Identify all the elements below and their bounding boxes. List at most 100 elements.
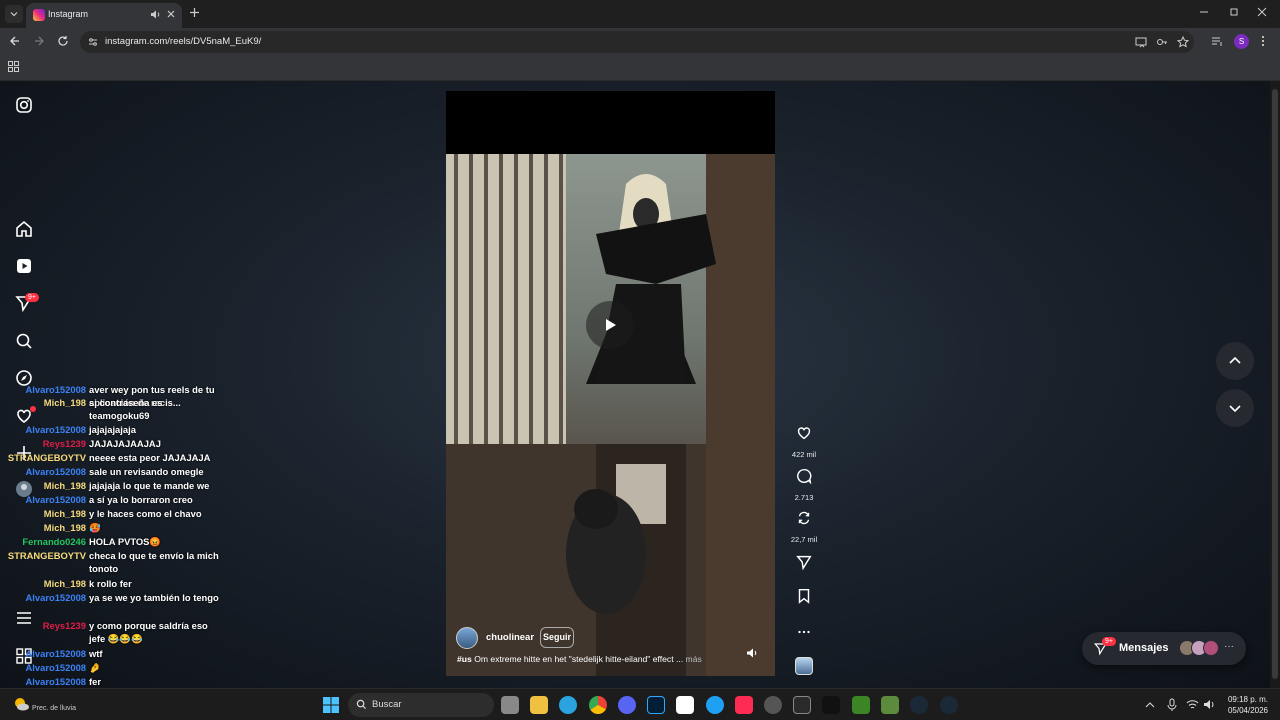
reel-caption[interactable]: #us Om extreme hitte en het "stedelijk h…	[457, 654, 727, 664]
sound-toggle-icon[interactable]	[746, 647, 758, 659]
tab-title: Instagram	[48, 9, 89, 19]
repost-action[interactable]: 22,7 mil	[788, 509, 820, 544]
instagram-logo-icon[interactable]	[14, 95, 34, 115]
microphone-icon[interactable]	[1166, 698, 1178, 712]
message-avatar	[1203, 640, 1219, 656]
reload-icon[interactable]	[57, 35, 69, 47]
address-bar[interactable]: instagram.com/reels/DV5naM_EuK9/	[80, 31, 1194, 53]
reel-video-frame[interactable]	[446, 154, 775, 676]
like-heart-icon[interactable]	[795, 424, 813, 442]
tab-bar: Instagram	[0, 0, 1280, 28]
original-audio-thumbnail[interactable]	[795, 657, 813, 675]
tiktok-icon[interactable]	[735, 696, 753, 714]
chat-username: Alvaro152008	[25, 592, 86, 603]
apps-grid-icon[interactable]	[8, 61, 19, 72]
clock-date: 05/04/2026	[1227, 706, 1268, 715]
photoshop-icon[interactable]	[647, 696, 665, 714]
instagram-favicon-icon	[33, 9, 45, 21]
discord-icon[interactable]	[618, 696, 636, 714]
page-scrollbar[interactable]	[1270, 81, 1280, 688]
weather-icon[interactable]	[12, 695, 30, 713]
windows-start-icon[interactable]	[322, 696, 340, 714]
settings-gear-icon[interactable]	[764, 696, 782, 714]
chat-text: jajajajajaja	[89, 424, 136, 435]
new-tab-icon[interactable]	[189, 7, 200, 18]
chevron-down-icon	[1228, 401, 1242, 415]
forward-icon[interactable]	[33, 35, 45, 47]
reels-icon[interactable]	[14, 256, 34, 276]
share-action[interactable]	[788, 553, 820, 576]
xbox-icon[interactable]	[852, 696, 870, 714]
chrome-icon[interactable]	[589, 696, 607, 714]
profile-avatar[interactable]: S	[1234, 34, 1249, 49]
chat-text: checa lo que te envío la mich tonoto	[89, 550, 219, 574]
site-info-icon[interactable]	[87, 36, 99, 48]
close-window-icon[interactable]	[1257, 7, 1267, 17]
more-options-action[interactable]	[788, 623, 820, 646]
capcut-editor-icon[interactable]	[822, 696, 840, 714]
save-action[interactable]	[788, 587, 820, 610]
chat-text: si contraseña es teamogoku69	[89, 397, 163, 421]
restore-icon[interactable]	[1229, 7, 1239, 17]
chat-username: Alvaro152008	[25, 648, 86, 659]
previous-reel-button[interactable]	[1216, 342, 1254, 380]
caption-more-link[interactable]: más	[683, 654, 702, 664]
messages-label: Mensajes	[1119, 642, 1169, 654]
author-avatar[interactable]	[456, 627, 478, 649]
instagram-reels-page: 9+ chuolinear Seguir #us Om extreme hitt…	[0, 81, 1270, 688]
reading-list-icon[interactable]	[1211, 35, 1223, 47]
bookmark-icon[interactable]	[795, 587, 813, 605]
share-send-icon[interactable]	[795, 553, 813, 571]
steam-icon[interactable]	[910, 696, 928, 714]
chat-username: Alvaro152008	[25, 662, 86, 673]
capcut-icon[interactable]	[676, 696, 694, 714]
speaker-icon[interactable]	[150, 9, 161, 20]
tab-search-button[interactable]	[5, 5, 23, 23]
caption-text: Om extreme hitte en het "stedelijk hitte…	[471, 654, 684, 664]
reel-player[interactable]: chuolinear Seguir #us Om extreme hitte e…	[446, 91, 775, 676]
search-icon[interactable]	[14, 331, 34, 351]
windows-taskbar: Prec. de lluvia Buscar 09:18 p. m. 05/04…	[0, 688, 1280, 720]
system-clock[interactable]: 09:18 p. m. 05/04/2026	[1222, 694, 1268, 716]
notifications-badge: 9+	[25, 293, 39, 302]
file-explorer-icon[interactable]	[530, 696, 548, 714]
scrollbar-thumb[interactable]	[1272, 89, 1278, 679]
close-tab-icon[interactable]	[166, 9, 176, 19]
url-text[interactable]: instagram.com/reels/DV5naM_EuK9/	[105, 36, 261, 47]
chat-username: Mich_198	[43, 508, 86, 519]
clock-time: 09:18 p. m.	[1227, 695, 1268, 704]
back-icon[interactable]	[9, 35, 21, 47]
telegram-icon[interactable]	[559, 696, 577, 714]
weather-text[interactable]: Prec. de lluvia	[32, 705, 76, 712]
minimize-icon[interactable]	[1199, 7, 1209, 17]
password-key-icon[interactable]	[1156, 36, 1168, 48]
follow-button[interactable]: Seguir	[540, 627, 574, 648]
menu-kebab-icon[interactable]	[1261, 35, 1265, 47]
epic-games-icon[interactable]	[793, 696, 811, 714]
next-reel-button[interactable]	[1216, 389, 1254, 427]
chevron-up-icon	[1228, 354, 1242, 368]
home-icon[interactable]	[14, 219, 34, 239]
more-dots-icon[interactable]	[795, 623, 813, 641]
tray-chevron-up-icon[interactable]	[1145, 700, 1155, 710]
messenger-icon[interactable]	[706, 696, 724, 714]
taskbar-search[interactable]: Buscar	[348, 693, 494, 717]
chat-text: 🤌	[89, 662, 101, 673]
messages-button[interactable]: 9+ Mensajes ···	[1082, 632, 1246, 665]
comment-bubble-icon[interactable]	[795, 467, 813, 485]
like-action[interactable]: 422 mil	[788, 424, 820, 459]
chat-text: y le haces como el chavo	[89, 508, 202, 519]
volume-icon[interactable]	[1203, 699, 1216, 710]
caption-hashtag[interactable]: #us	[457, 654, 472, 664]
bookmark-star-icon[interactable]	[1177, 36, 1189, 48]
repost-icon[interactable]	[795, 509, 813, 527]
tab-instagram[interactable]: Instagram	[26, 3, 182, 28]
author-username[interactable]: chuolinear	[486, 632, 534, 643]
wifi-icon[interactable]	[1186, 699, 1199, 710]
play-button[interactable]	[586, 301, 634, 349]
comment-action[interactable]: 2.713	[788, 467, 820, 502]
steam-icon[interactable]	[940, 696, 958, 714]
task-view-icon[interactable]	[501, 696, 519, 714]
minecraft-icon[interactable]	[881, 696, 899, 714]
cast-icon[interactable]	[1135, 36, 1147, 48]
